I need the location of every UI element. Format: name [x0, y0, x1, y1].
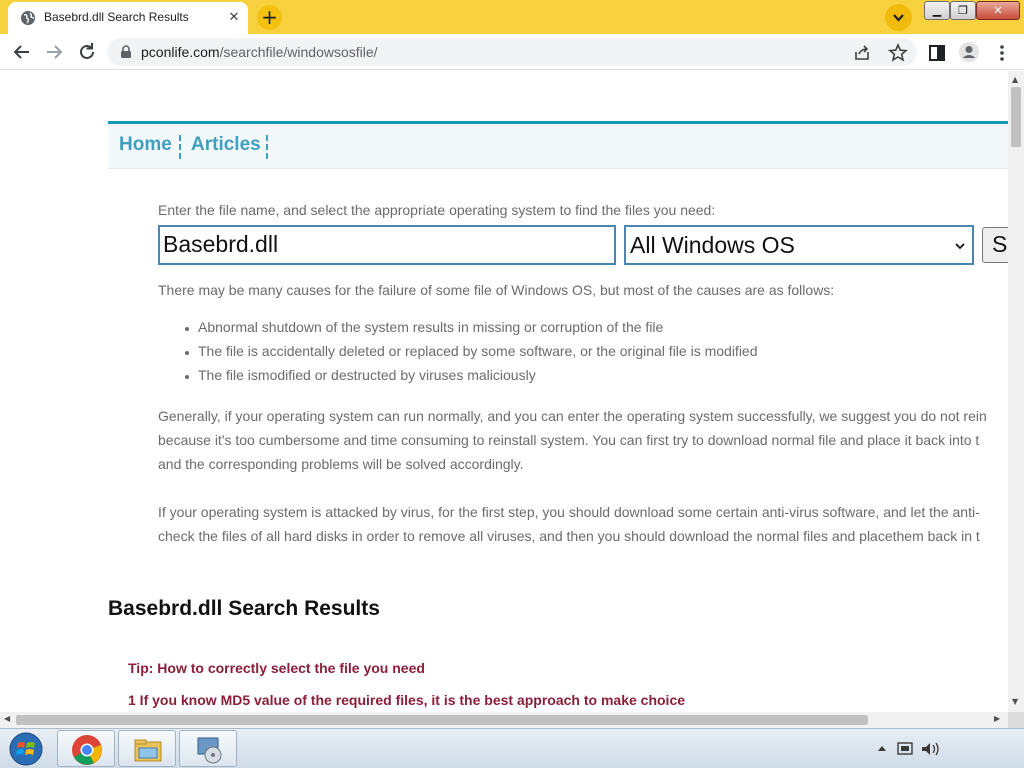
browser-tab[interactable]: Basebrd.dll Search Results ✕: [8, 2, 248, 34]
list-item: The file ismodified or destructed by vir…: [184, 367, 758, 391]
list-item: Abnormal shutdown of the system results …: [184, 319, 758, 343]
search-prompt: Enter the file name, and select the appr…: [158, 202, 716, 218]
lock-icon: [121, 45, 131, 58]
paragraph-line: If your operating system is attacked by …: [158, 504, 980, 520]
scroll-down-arrow-icon[interactable]: ▼: [1012, 697, 1018, 706]
search-button[interactable]: S: [982, 227, 1008, 263]
os-select-dropdown[interactable]: All Windows OS: [624, 225, 974, 265]
kebab-menu-icon[interactable]: [994, 43, 1010, 63]
scroll-left-arrow-icon[interactable]: ◀: [4, 714, 10, 723]
horizontal-scrollbar[interactable]: ◀ ▶: [0, 712, 1008, 728]
advice-paragraph-2: If your operating system is attacked by …: [158, 500, 980, 548]
nav-link-articles[interactable]: Articles: [191, 134, 261, 156]
causes-list: Abnormal shutdown of the system results …: [184, 319, 758, 391]
nav-divider: [179, 135, 181, 159]
windows-taskbar: [0, 728, 1024, 768]
close-icon: ✕: [993, 4, 1003, 17]
file-explorer-icon: [134, 739, 162, 762]
tray-arrow-icon: [878, 746, 886, 751]
media-player-icon: [197, 737, 222, 764]
advice-paragraph-1: Generally, if your operating system can …: [158, 404, 987, 476]
scroll-right-arrow-icon[interactable]: ▶: [994, 714, 1000, 723]
profile-avatar-icon[interactable]: [958, 41, 980, 63]
globe-icon: [21, 11, 35, 25]
site-nav-bar: Home Articles: [108, 121, 1008, 169]
close-tab-icon[interactable]: ✕: [226, 10, 242, 26]
tab-search-button[interactable]: [885, 4, 912, 31]
side-panel-icon[interactable]: [928, 44, 946, 62]
taskbar-explorer-button[interactable]: [118, 730, 176, 767]
page-viewport: Home Articles Enter the file name, and s…: [0, 71, 1008, 712]
vertical-scrollbar[interactable]: ▲ ▼: [1008, 71, 1024, 712]
causes-intro: There may be many causes for the failure…: [158, 282, 835, 298]
paragraph-line: Generally, if your operating system can …: [158, 408, 987, 424]
results-heading: Basebrd.dll Search Results: [108, 597, 380, 620]
taskbar-media-button[interactable]: [179, 730, 237, 767]
minimize-button[interactable]: ▁: [924, 1, 950, 20]
url-path: /searchfile/windowsosfile/: [219, 44, 378, 60]
forward-arrow-icon[interactable]: [42, 40, 66, 64]
url-text: pconlife.com/searchfile/windowsosfile/: [141, 44, 378, 60]
scrollbar-thumb[interactable]: [1011, 87, 1021, 147]
tab-title: Basebrd.dll Search Results: [44, 10, 189, 24]
scrollbar-thumb[interactable]: [16, 715, 868, 725]
bookmark-star-icon[interactable]: [888, 43, 908, 63]
new-tab-button[interactable]: +: [257, 5, 282, 30]
address-bar[interactable]: pconlife.com/searchfile/windowsosfile/: [107, 38, 917, 66]
os-select-value: All Windows OS: [630, 232, 795, 258]
chevron-down-icon: [955, 243, 965, 250]
volume-icon: [922, 743, 930, 755]
scroll-corner: [1008, 712, 1024, 728]
tip-heading: Tip: How to correctly select the file yo…: [128, 660, 425, 676]
back-arrow-icon[interactable]: [10, 40, 34, 64]
paragraph-line: because it's too cumbersome and time con…: [158, 432, 980, 448]
search-button-label: S: [992, 231, 1008, 257]
file-name-input[interactable]: Basebrd.dll: [158, 225, 616, 265]
windows-start-icon[interactable]: [6, 731, 46, 767]
restore-icon: ❐: [958, 4, 968, 17]
reload-icon[interactable]: [75, 40, 99, 64]
share-icon[interactable]: [853, 44, 871, 62]
system-tray: [878, 742, 939, 756]
restore-button[interactable]: ❐: [950, 1, 976, 20]
scroll-up-arrow-icon[interactable]: ▲: [1012, 75, 1018, 84]
paragraph-line: check the files of all hard disks in ord…: [158, 528, 980, 544]
plus-icon: +: [261, 5, 278, 29]
url-host: pconlife.com: [141, 44, 220, 60]
paragraph-line: and the corresponding problems will be s…: [158, 456, 524, 472]
list-item: The file is accidentally deleted or repl…: [184, 343, 758, 367]
chevron-down-icon: [893, 14, 904, 22]
chrome-icon: [72, 735, 102, 765]
close-window-button[interactable]: ✕: [976, 1, 1020, 20]
taskbar-chrome-button[interactable]: [57, 730, 115, 767]
nav-divider: [266, 135, 268, 159]
tip-item: 1 If you know MD5 value of the required …: [128, 692, 686, 708]
minimize-icon: ▁: [932, 4, 942, 17]
browser-titlebar: Basebrd.dll Search Results ✕ + ▁ ❐ ✕: [0, 0, 1024, 34]
nav-link-home[interactable]: Home: [119, 134, 172, 156]
browser-toolbar: pconlife.com/searchfile/windowsosfile/: [0, 34, 1024, 70]
